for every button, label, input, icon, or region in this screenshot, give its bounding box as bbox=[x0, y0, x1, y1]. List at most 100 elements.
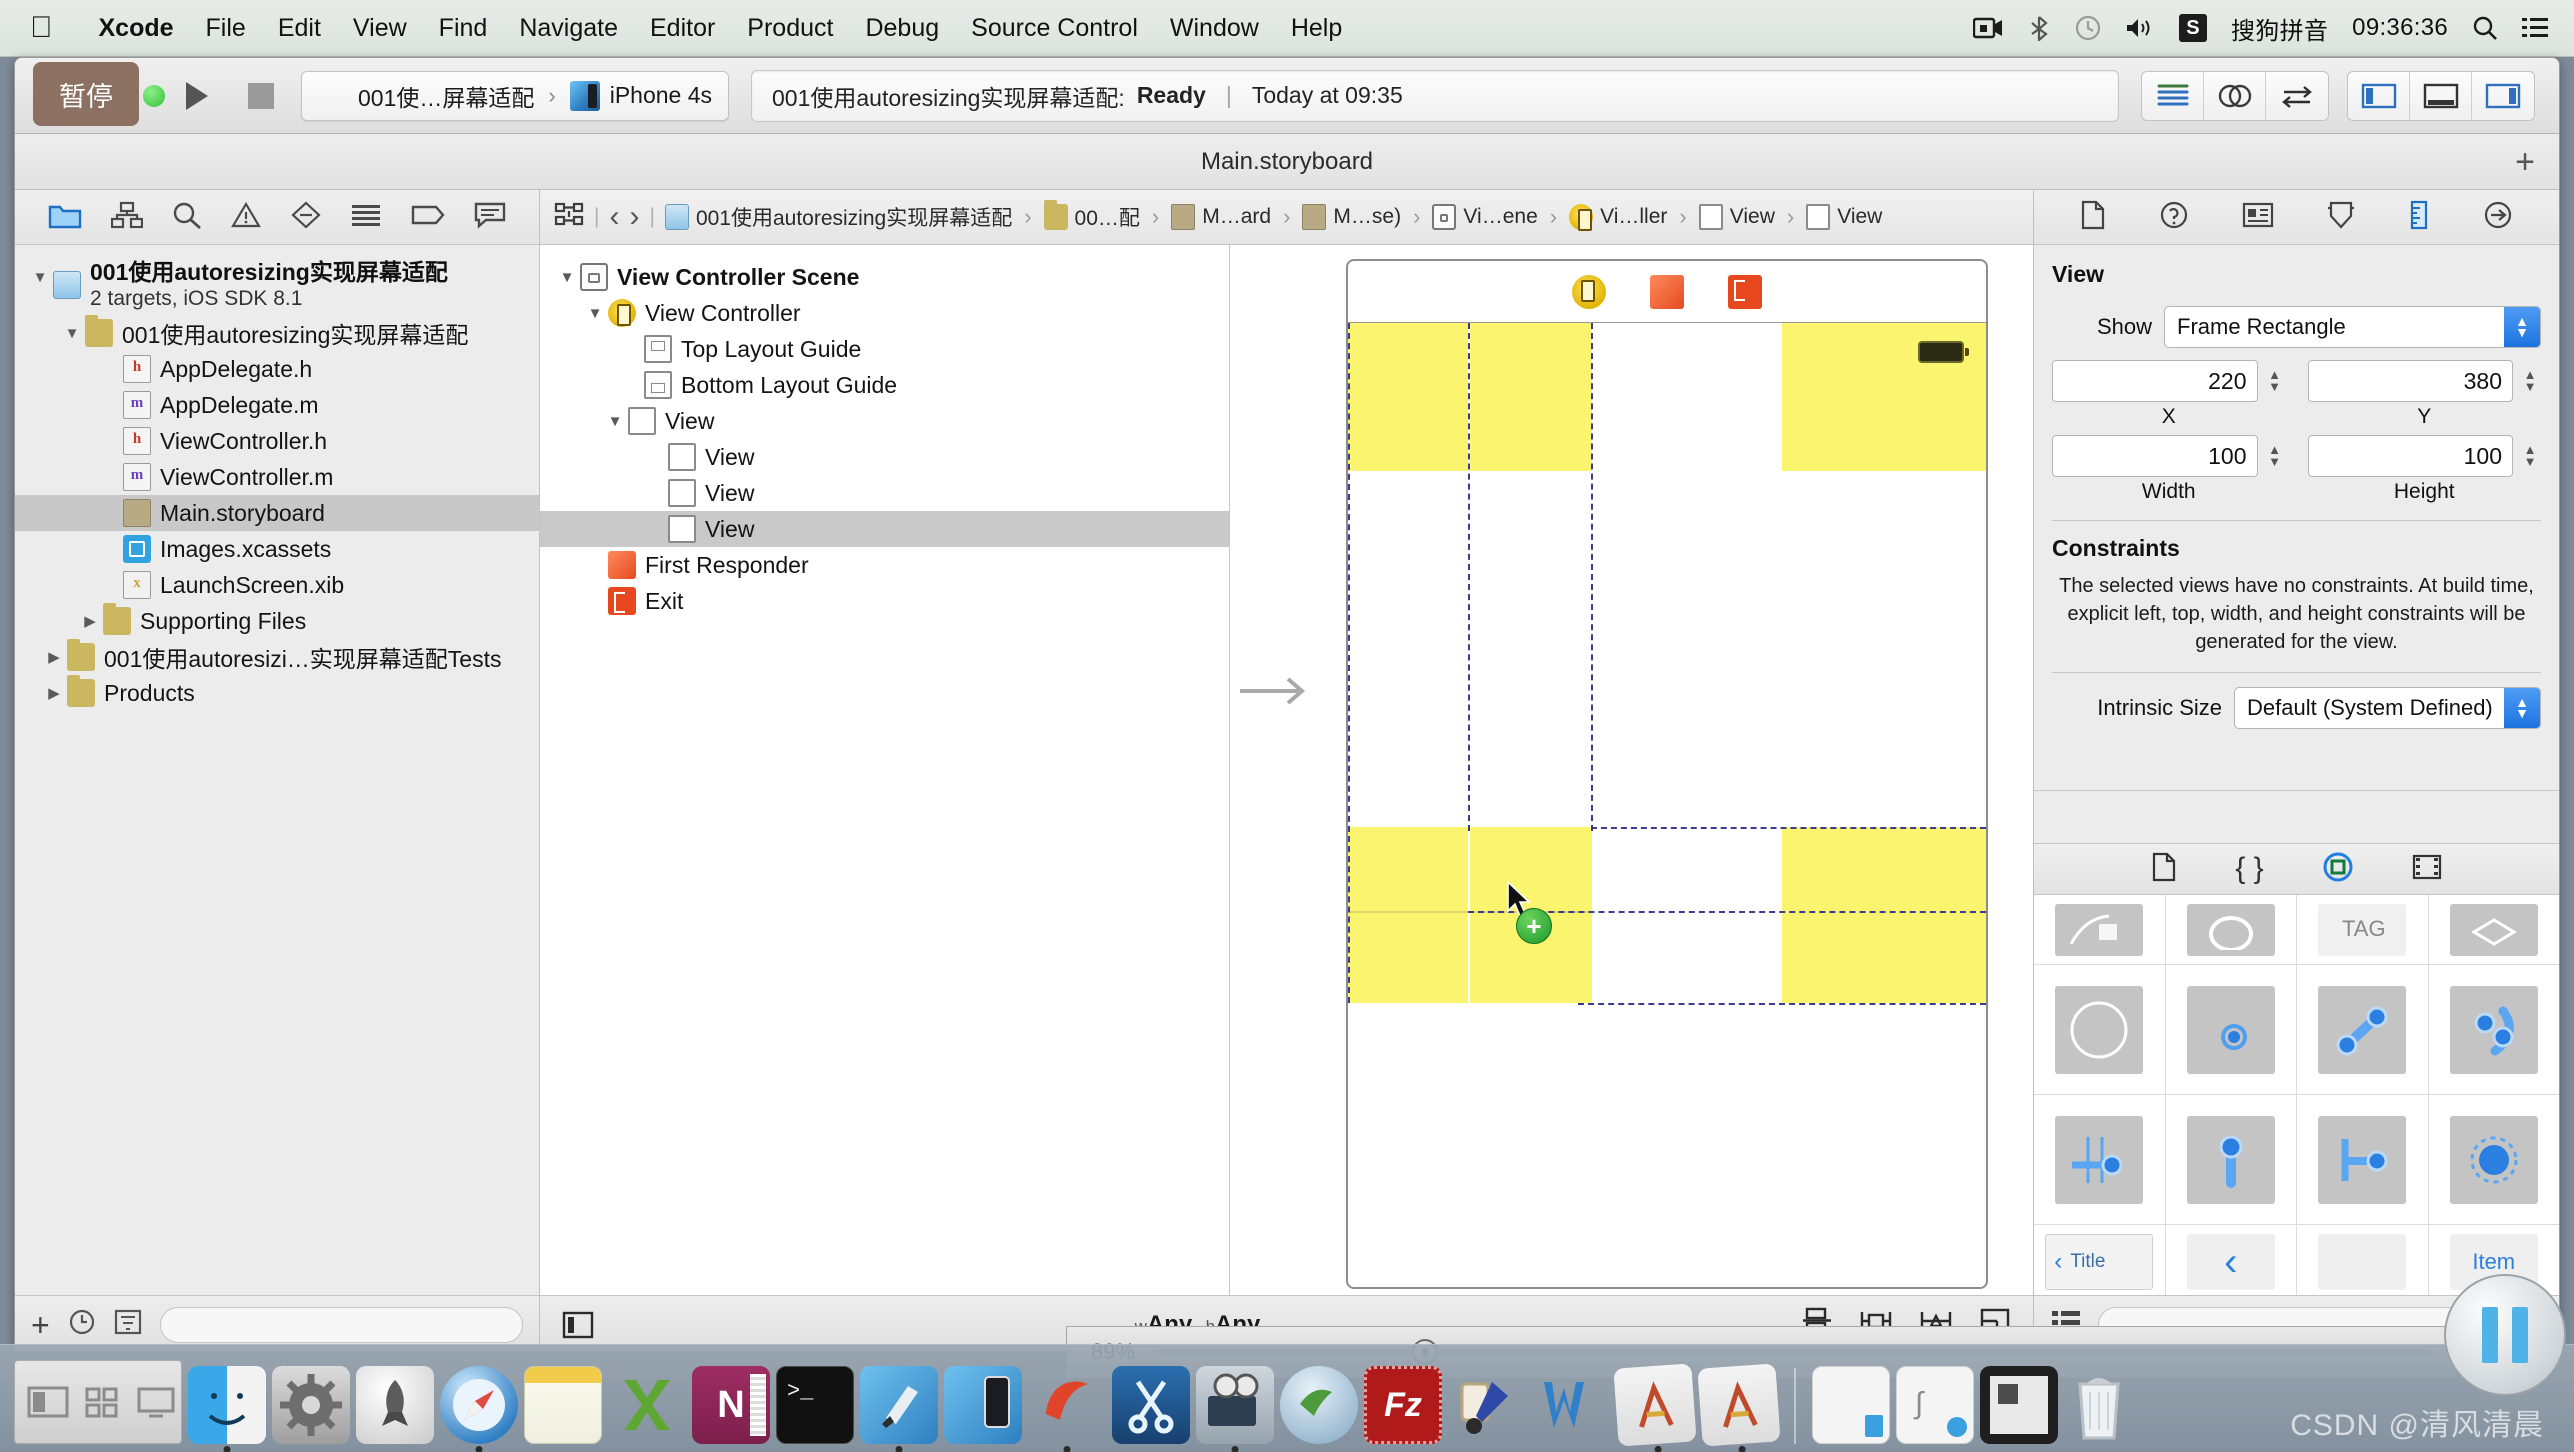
menu-item-view[interactable]: View bbox=[337, 14, 423, 43]
assistant-editor-icon[interactable] bbox=[2204, 71, 2266, 120]
object-library-icon[interactable] bbox=[2322, 851, 2354, 888]
jump-bar-back-button[interactable]: ‹ bbox=[609, 200, 619, 234]
time-machine-icon[interactable] bbox=[2075, 15, 2101, 41]
recent-document-icon[interactable] bbox=[1812, 1366, 1890, 1444]
paint-tool-icon[interactable] bbox=[1448, 1366, 1526, 1444]
connections-inspector-icon[interactable] bbox=[2483, 200, 2513, 235]
disclosure-triangle[interactable] bbox=[41, 684, 67, 702]
view-controller-icon[interactable] bbox=[1572, 274, 1606, 309]
notification-center-icon[interactable] bbox=[2522, 17, 2548, 39]
menu-item-help[interactable]: Help bbox=[1275, 14, 1358, 43]
debug-navigator-icon[interactable] bbox=[350, 201, 382, 234]
test-navigator-icon[interactable] bbox=[291, 201, 321, 234]
navigator-filter-input[interactable] bbox=[159, 1306, 523, 1343]
intrinsic-size-popup-button[interactable]: Default (System Defined) ▲ ▼ bbox=[2234, 687, 2541, 729]
height-input[interactable]: 100 bbox=[2307, 435, 2513, 477]
disclosure-triangle[interactable] bbox=[59, 325, 85, 342]
library-item[interactable] bbox=[2297, 965, 2429, 1094]
subview-top-mid[interactable] bbox=[1470, 323, 1592, 471]
menu-item-find[interactable]: Find bbox=[423, 14, 504, 43]
tree-row-main-storyboard[interactable]: Main.storyboard bbox=[15, 495, 539, 531]
exit-icon[interactable] bbox=[1728, 274, 1762, 309]
disclosure-triangle[interactable] bbox=[41, 648, 67, 666]
launchpad-icon[interactable] bbox=[356, 1366, 434, 1444]
run-button[interactable] bbox=[165, 73, 229, 119]
bluetooth-icon[interactable] bbox=[2027, 15, 2051, 41]
library-item[interactable]: ‹ bbox=[2166, 1225, 2297, 1295]
breadcrumb-view[interactable]: View bbox=[1698, 204, 1775, 230]
menu-item-edit[interactable]: Edit bbox=[262, 14, 337, 43]
width-stepper[interactable]: ▲ ▼ bbox=[2264, 435, 2286, 477]
outline-row-root-view[interactable]: View bbox=[540, 403, 1229, 439]
library-item[interactable] bbox=[2034, 895, 2166, 964]
menu-item-file[interactable]: File bbox=[190, 14, 262, 43]
jump-bar-forward-button[interactable]: › bbox=[629, 200, 639, 234]
tree-row-tests[interactable]: 001使用autoresizi…实现屏幕适配Tests bbox=[15, 639, 539, 675]
identity-inspector-icon[interactable] bbox=[2242, 202, 2274, 233]
tree-row-appdelegate-m[interactable]: m AppDelegate.m bbox=[15, 387, 539, 423]
disclosure-triangle[interactable] bbox=[554, 269, 580, 286]
destination-item[interactable]: iPhone 4s bbox=[569, 80, 712, 111]
sketch-a-alt-icon[interactable] bbox=[1697, 1363, 1781, 1452]
project-navigator-icon[interactable] bbox=[48, 201, 82, 234]
disclosure-triangle[interactable] bbox=[582, 305, 608, 322]
breadcrumb-view-controller[interactable]: Vi…ller bbox=[1569, 204, 1667, 231]
outline-row-top-layout-guide[interactable]: Top Layout Guide bbox=[540, 331, 1229, 367]
x-stepper[interactable]: ▲ ▼ bbox=[2264, 360, 2286, 402]
add-tab-button[interactable]: + bbox=[2515, 145, 2535, 179]
scene-view[interactable]: + bbox=[1348, 323, 1986, 1287]
outline-row-exit[interactable]: Exit bbox=[540, 583, 1229, 619]
outline-row-view-controller[interactable]: View Controller bbox=[540, 295, 1229, 331]
parallels-icon[interactable] bbox=[1028, 1366, 1106, 1452]
recent-screenshot-icon[interactable] bbox=[1980, 1366, 2058, 1444]
finder-icon[interactable] bbox=[188, 1366, 266, 1452]
tree-row-viewcontroller-m[interactable]: m ViewController.m bbox=[15, 459, 539, 495]
object-library-grid[interactable]: TAG ‹ Title ‹ Item bbox=[2034, 895, 2559, 1295]
library-item[interactable] bbox=[2034, 1095, 2166, 1224]
width-input[interactable]: 100 bbox=[2052, 435, 2258, 477]
quicktime-player-icon[interactable] bbox=[1196, 1366, 1274, 1452]
volume-icon[interactable] bbox=[2125, 16, 2155, 40]
breadcrumb-view-child[interactable]: View bbox=[1806, 204, 1882, 230]
breadcrumb-scene[interactable]: Vi…ene bbox=[1432, 204, 1538, 230]
show-popup-button[interactable]: Frame Rectangle ▲ ▼ bbox=[2164, 306, 2541, 348]
related-items-icon[interactable] bbox=[554, 201, 584, 233]
x-input[interactable]: 220 bbox=[2052, 360, 2258, 402]
breadcrumb-storyboard-base[interactable]: M…se) bbox=[1302, 204, 1401, 230]
quick-help-icon[interactable] bbox=[2159, 200, 2189, 235]
menu-item-product[interactable]: Product bbox=[731, 14, 849, 43]
library-item[interactable] bbox=[2166, 1095, 2297, 1224]
tree-row-products[interactable]: Products bbox=[15, 675, 539, 711]
outline-row-first-responder[interactable]: First Responder bbox=[540, 547, 1229, 583]
filezilla-icon[interactable]: Fz bbox=[1364, 1366, 1442, 1444]
sogou-input-badge[interactable]: S bbox=[2178, 14, 2207, 42]
height-stepper[interactable]: ▲ ▼ bbox=[2519, 435, 2541, 477]
breakpoint-navigator-icon[interactable] bbox=[411, 201, 445, 234]
apple-icon[interactable]:  bbox=[30, 13, 53, 43]
menubar-clock[interactable]: 09:36:36 bbox=[2352, 14, 2448, 42]
code-snippet-library-icon[interactable]: { } bbox=[2235, 852, 2263, 886]
disclosure-triangle[interactable] bbox=[602, 413, 628, 430]
file-template-library-icon[interactable] bbox=[2151, 852, 2177, 887]
storyboard-canvas[interactable]: + bbox=[1230, 245, 2033, 1295]
screen-recorder-icon[interactable] bbox=[1972, 17, 2003, 39]
subview-bottom-left[interactable] bbox=[1348, 827, 1468, 1003]
chevron-updown-icon[interactable]: ▲ ▼ bbox=[2504, 307, 2540, 347]
input-method-label[interactable]: 搜狗拼音 bbox=[2231, 11, 2328, 46]
y-input[interactable]: 380 bbox=[2307, 360, 2513, 402]
system-preferences-icon[interactable] bbox=[272, 1366, 350, 1444]
library-item[interactable] bbox=[2429, 1095, 2560, 1224]
safari-icon[interactable] bbox=[440, 1366, 518, 1452]
disclosure-triangle[interactable] bbox=[77, 612, 103, 630]
subview-top-left[interactable] bbox=[1348, 323, 1468, 471]
breadcrumb-project[interactable]: 001使用autoresizing实现屏幕适配 bbox=[664, 202, 1012, 232]
window-traffic-light-green[interactable] bbox=[143, 84, 165, 107]
stop-button[interactable] bbox=[229, 73, 293, 119]
window-thumbnail[interactable] bbox=[14, 1360, 182, 1444]
sketch-a-icon[interactable] bbox=[1613, 1363, 1697, 1452]
standard-editor-icon[interactable] bbox=[2142, 71, 2204, 120]
report-navigator-icon[interactable] bbox=[474, 201, 506, 234]
file-inspector-icon[interactable] bbox=[2080, 200, 2106, 235]
tree-row-images-xcassets[interactable]: Images.xcassets bbox=[15, 531, 539, 567]
y-stepper[interactable]: ▲ ▼ bbox=[2519, 360, 2541, 402]
